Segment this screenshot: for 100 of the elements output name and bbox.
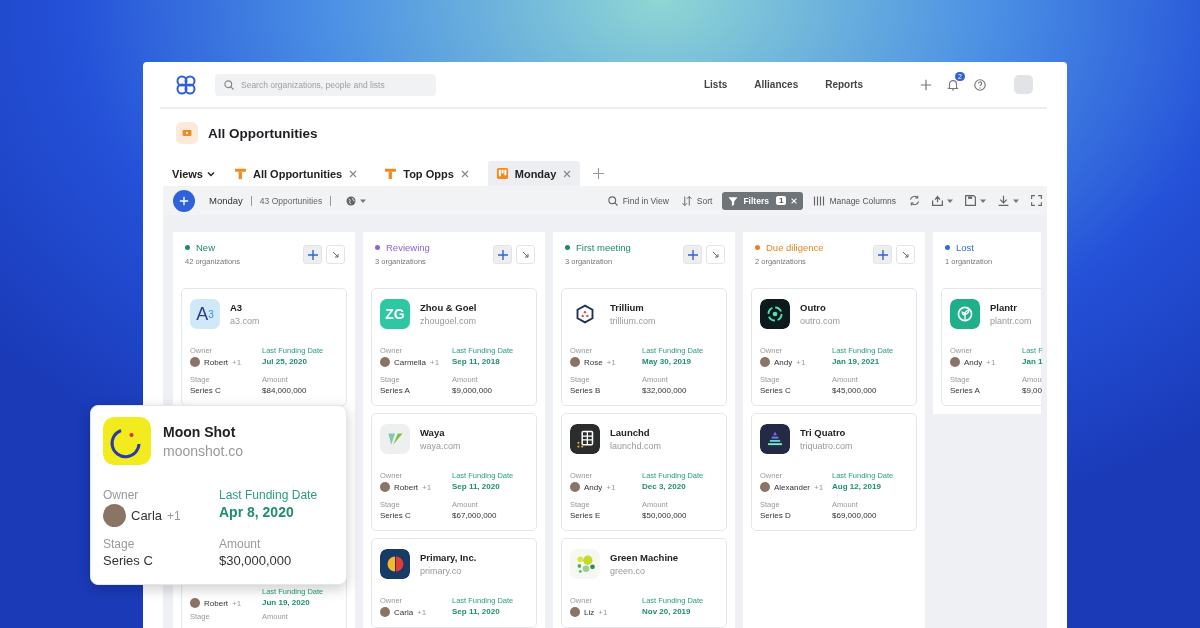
collapse-button[interactable] bbox=[896, 245, 915, 264]
funding-date: Jan 19, 2021 bbox=[832, 357, 881, 366]
plus-icon bbox=[306, 248, 319, 261]
nav-link[interactable]: Lists bbox=[703, 79, 728, 90]
globe-dropdown[interactable] bbox=[345, 194, 368, 207]
collapse-button[interactable] bbox=[326, 245, 345, 264]
owner-name: Rose bbox=[584, 357, 603, 367]
company-name: Tri Quatro bbox=[800, 427, 847, 438]
sort-button[interactable]: Sort bbox=[678, 194, 715, 207]
columns-icon bbox=[813, 194, 826, 207]
funding-date: Aug 12, 2019 bbox=[832, 482, 882, 491]
avatar bbox=[760, 357, 770, 367]
tab-label: Monday bbox=[514, 167, 557, 180]
funding-date: Sep 11, 2020 bbox=[452, 607, 501, 616]
funding-date: Nov 20, 2019 bbox=[642, 607, 692, 616]
owner-name: Robert bbox=[204, 357, 228, 367]
search-icon bbox=[606, 194, 619, 207]
company-domain: outro.com bbox=[800, 316, 841, 326]
refresh-icon[interactable] bbox=[908, 194, 921, 207]
owner-count: +1 bbox=[417, 607, 427, 617]
company-domain: plantr.com bbox=[990, 316, 1032, 326]
company-logo bbox=[570, 549, 600, 579]
manage-columns-button[interactable]: Manage Columns bbox=[811, 194, 898, 207]
opportunity-count: 43 Opportunities bbox=[259, 195, 323, 206]
save-dropdown[interactable] bbox=[964, 194, 987, 207]
company-domain: moonshot.co bbox=[163, 442, 244, 459]
fullscreen-icon[interactable] bbox=[1030, 194, 1043, 207]
export-dropdown[interactable] bbox=[931, 194, 954, 207]
company-name: Trillium bbox=[610, 302, 645, 313]
amount-value: $45,000,000 bbox=[832, 386, 878, 395]
nav-link[interactable]: Reports bbox=[825, 79, 863, 90]
company-domain: green.co bbox=[610, 566, 647, 576]
company-domain: primary.co bbox=[420, 566, 463, 576]
close-icon[interactable] bbox=[790, 196, 799, 205]
owner-count: +1 bbox=[606, 482, 616, 492]
collapse-button[interactable] bbox=[516, 245, 535, 264]
company-name: Launchd bbox=[610, 427, 651, 438]
opportunity-popup[interactable]: Moon Shot moonshot.co Owner Carla +1 Last Funding Date Apr 8, 2020 Stage Series C Amount $30,000,000 bbox=[90, 405, 347, 585]
stage-value: Series C bbox=[103, 553, 154, 568]
funding-date: Jun 19, 2020 bbox=[262, 598, 311, 607]
amount-value: $32,000,000 bbox=[642, 386, 688, 395]
avatar bbox=[570, 357, 580, 367]
views-menu[interactable]: Views bbox=[172, 167, 216, 180]
download-dropdown[interactable] bbox=[997, 194, 1020, 207]
owner-name: Andy bbox=[584, 482, 603, 492]
add-icon[interactable] bbox=[919, 77, 933, 92]
filters-button[interactable]: Filters 1 bbox=[722, 191, 804, 210]
amount-value: $67,000,000 bbox=[452, 511, 498, 520]
bell-icon[interactable] bbox=[946, 77, 960, 92]
company-domain: waya.com bbox=[420, 441, 461, 451]
owner-count: +1 bbox=[430, 357, 440, 367]
view-tab[interactable]: Monday bbox=[487, 161, 581, 186]
amount-value: $50,000,000 bbox=[642, 511, 688, 520]
funding-date: May 30, 2019 bbox=[642, 357, 692, 366]
funding-date: Sep 11, 2020 bbox=[452, 482, 501, 491]
stage-label: Stage bbox=[103, 537, 136, 551]
plus-icon bbox=[876, 248, 889, 261]
owner-count: +1 bbox=[606, 357, 616, 367]
search-icon bbox=[223, 78, 235, 91]
avatar bbox=[380, 357, 390, 367]
collapse-icon bbox=[520, 249, 531, 260]
add-card-button[interactable] bbox=[493, 245, 512, 264]
find-in-view-button[interactable]: Find in View bbox=[604, 194, 671, 207]
avatar bbox=[570, 482, 580, 492]
tab-label: Top Opps bbox=[403, 167, 454, 180]
add-button[interactable] bbox=[173, 189, 195, 212]
column-title: First meeting bbox=[576, 242, 631, 253]
add-card-button[interactable] bbox=[873, 245, 892, 264]
money-icon bbox=[176, 122, 198, 144]
stage-value: Series C bbox=[190, 386, 222, 395]
collapse-button[interactable] bbox=[706, 245, 725, 264]
add-tab-icon[interactable] bbox=[592, 167, 606, 180]
add-card-button[interactable] bbox=[303, 245, 322, 264]
close-icon[interactable] bbox=[562, 168, 573, 179]
funding-date: Jul 25, 2020 bbox=[262, 357, 308, 366]
view-tab[interactable]: All Opportunities bbox=[226, 161, 367, 186]
owner-name: Robert bbox=[394, 482, 418, 492]
company-domain: launchd.com bbox=[610, 441, 662, 451]
search-field[interactable]: Search organizations, people and lists bbox=[215, 73, 436, 96]
column-title: Reviewing bbox=[386, 242, 430, 253]
nav-link[interactable]: Alliances bbox=[754, 79, 799, 90]
funding-date: Jan 1 bbox=[1022, 357, 1043, 366]
add-card-button[interactable] bbox=[683, 245, 702, 264]
page-title: All Opportunities bbox=[208, 125, 318, 141]
view-tab[interactable]: Top Opps bbox=[376, 161, 478, 186]
owner-name: Andy bbox=[964, 357, 983, 367]
company-name: Waya bbox=[420, 427, 446, 438]
help-icon[interactable] bbox=[973, 77, 987, 92]
amount-value: $9,000,000 bbox=[452, 386, 494, 395]
amount-value: $84,000,000 bbox=[262, 386, 308, 395]
plus-icon bbox=[496, 248, 509, 261]
owner-count: +1 bbox=[422, 482, 432, 492]
owner-name: Carla bbox=[394, 607, 414, 617]
save-icon bbox=[964, 194, 977, 207]
view-name: Monday bbox=[209, 195, 243, 206]
company-logo bbox=[950, 299, 980, 329]
close-icon[interactable] bbox=[459, 168, 470, 179]
close-icon[interactable] bbox=[348, 168, 359, 179]
amount-label: Amount bbox=[219, 537, 262, 551]
plus-icon bbox=[686, 248, 699, 261]
